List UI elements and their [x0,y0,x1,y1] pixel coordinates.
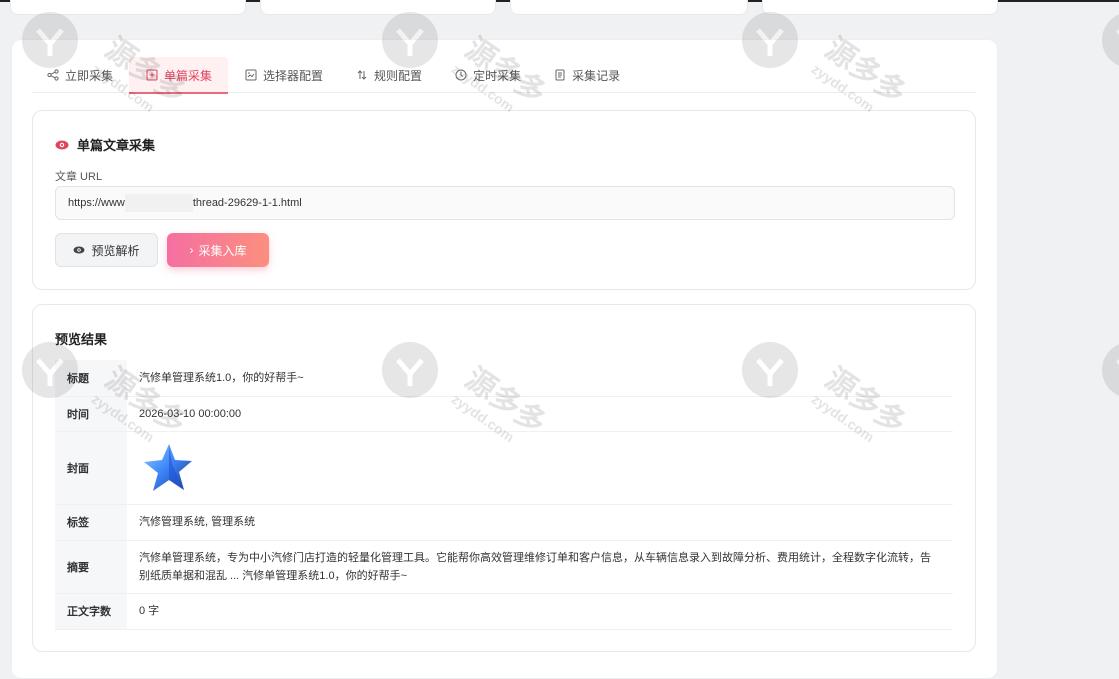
row-key-summary: 摘要 [55,540,127,594]
article-url-input[interactable]: https://www thread-29629-1-1.html [55,186,955,220]
tab-label: 单篇采集 [164,68,213,83]
share-icon [46,68,60,82]
url-redaction [124,194,193,212]
eye-icon [73,246,85,254]
row-key-cover: 封面 [55,431,127,505]
single-article-form-card: 单篇文章采集 文章 URL https://www thread-29629-1-… [32,110,976,290]
row-value-tags: 汽修管理系统, 管理系统 [127,504,953,541]
url-field-label: 文章 URL [55,171,103,183]
tab-label: 选择器配置 [263,68,324,83]
tab-scheduled-collect[interactable]: 定时采集 [438,57,537,93]
top-card [10,0,246,15]
row-key-time: 时间 [55,396,127,432]
tab-single-collect[interactable]: 单篇采集 [129,57,229,94]
clock-icon [454,68,468,82]
row-key-tags: 标签 [55,504,127,541]
tab-instant-collect[interactable]: 立即采集 [32,57,129,93]
table-row: 标签 汽修管理系统, 管理系统 [55,504,953,541]
form-title-text: 单篇文章采集 [77,138,156,153]
preview-parse-button[interactable]: 预览解析 [55,233,158,267]
collect-save-button[interactable]: › 采集入库 [167,233,269,267]
sort-arrows-icon [355,68,369,82]
result-title: 预览结果 [55,332,108,347]
main-panel: 立即采集 单篇采集 选择器配置 规则配置 定时采集 采集记录 单篇文章采集 文章… [11,39,998,679]
row-value-wordcount: 0 字 [127,593,953,630]
table-row: 摘要 汽修单管理系统，专为中小汽修门店打造的轻量化管理工具。它能帮你高效管理维修… [55,540,953,594]
preview-parse-label: 预览解析 [91,243,140,258]
result-table: 标题 汽修单管理系统1.0，你的好帮手~ 时间 2026-03-10 00:00… [55,360,953,630]
row-value-cover [127,431,953,505]
top-card [762,0,998,15]
document-icon [553,68,567,82]
tab-rule-config[interactable]: 规则配置 [339,57,438,93]
tab-label: 规则配置 [374,68,423,83]
image-box-icon [244,68,258,82]
row-key-title: 标题 [55,360,127,397]
url-prefix: https://www [68,197,125,209]
table-row: 封面 [55,431,953,505]
plus-square-icon [145,68,159,82]
chevron-right-icon: › [189,243,194,257]
table-row: 标题 汽修单管理系统1.0，你的好帮手~ [55,360,953,397]
collect-save-label: 采集入库 [198,243,247,258]
form-title: 单篇文章采集 [55,135,155,154]
top-cards-strip [0,0,1119,16]
eye-icon [55,140,69,150]
row-key-wordcount: 正文字数 [55,593,127,630]
tab-selector-config[interactable]: 选择器配置 [228,57,339,93]
row-value-title: 汽修单管理系统1.0，你的好帮手~ [127,360,953,397]
watermark-logo [1100,340,1119,403]
table-row: 时间 2026-03-10 00:00:00 [55,396,953,432]
top-card [510,0,748,15]
tab-label: 定时采集 [473,68,522,83]
tab-label: 采集记录 [572,68,621,83]
row-value-time: 2026-03-10 00:00:00 [127,396,953,432]
url-suffix: thread-29629-1-1.html [192,197,302,209]
preview-result-card: 预览结果 标题 汽修单管理系统1.0，你的好帮手~ 时间 2026-03-10 … [32,304,976,652]
tab-label: 立即采集 [65,68,114,83]
table-row: 正文字数 0 字 [55,593,953,630]
tab-collect-log[interactable]: 采集记录 [537,57,636,93]
row-value-summary: 汽修单管理系统，专为中小汽修门店打造的轻量化管理工具。它能帮你高效管理维修订单和… [127,540,953,594]
cover-thumbnail[interactable] [139,440,195,496]
watermark-logo [1100,10,1119,73]
tab-bar: 立即采集 单篇采集 选择器配置 规则配置 定时采集 采集记录 [32,57,976,94]
top-card [260,0,496,15]
